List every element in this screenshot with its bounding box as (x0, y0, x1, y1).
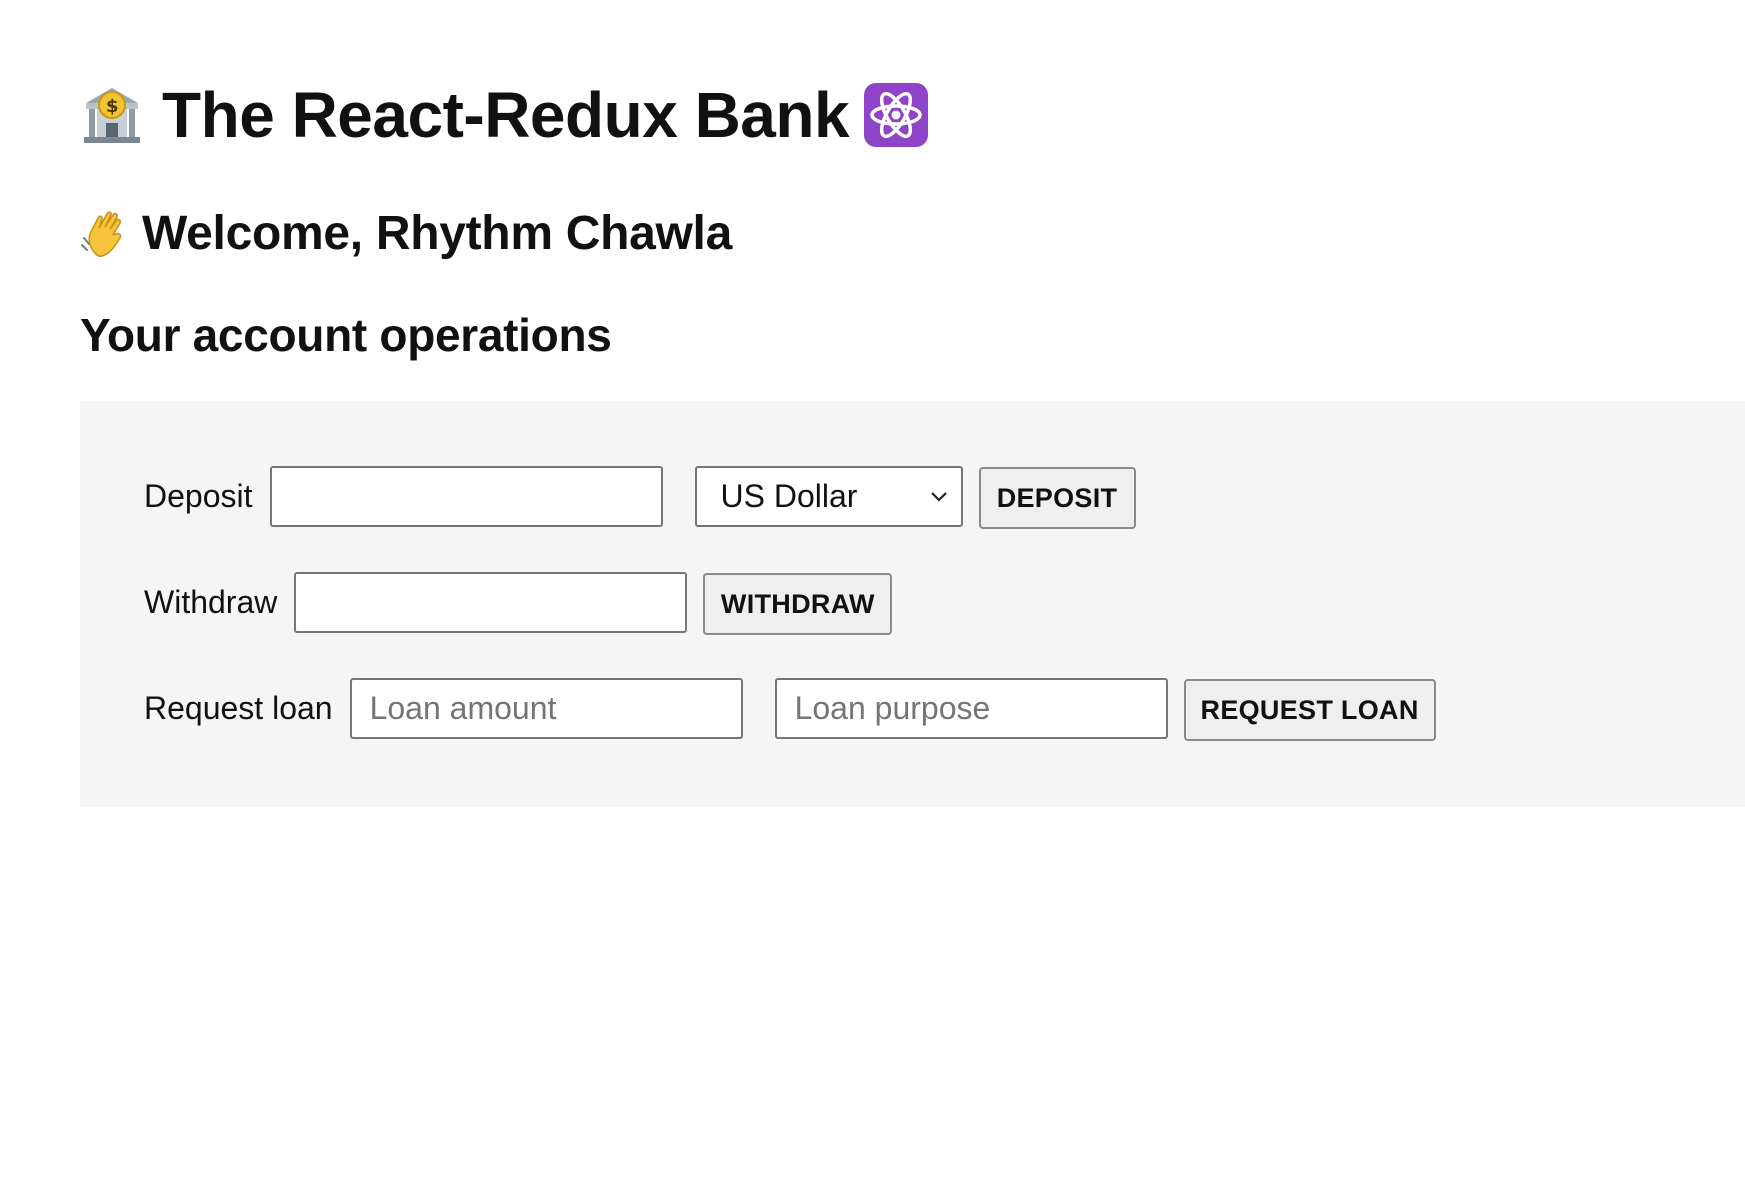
currency-select-value: US Dollar (720, 477, 858, 514)
svg-text:$: $ (106, 96, 118, 117)
loan-purpose-input[interactable] (774, 677, 1168, 739)
deposit-row: Deposit US Dollar DEPOSIT (144, 464, 1136, 529)
loan-label: Request loan (144, 689, 333, 726)
currency-select[interactable]: US Dollar (694, 465, 963, 527)
withdraw-label: Withdraw (144, 583, 278, 620)
deposit-label: Deposit (144, 477, 253, 514)
welcome-heading: Welcome, Rhythm Chawla (80, 200, 732, 268)
deposit-button[interactable]: DEPOSIT (978, 467, 1136, 529)
page: $ The React-Redux Bank Welcome, Rhythm C… (0, 0, 1745, 1185)
bank-icon: $ (84, 88, 140, 143)
loan-row: Request loan REQUEST LOAN (144, 676, 1436, 741)
waving-hand-icon (81, 211, 122, 257)
withdraw-button[interactable]: WITHDRAW (703, 573, 893, 635)
app-title-text: The React-Redux Bank (162, 79, 850, 151)
atom-icon (864, 83, 929, 147)
app-title: $ The React-Redux Bank (80, 70, 929, 160)
request-loan-button[interactable]: REQUEST LOAN (1183, 679, 1436, 741)
operations-panel: Deposit US Dollar DEPOSIT Withdraw WITHD… (80, 401, 1745, 807)
withdraw-row: Withdraw WITHDRAW (144, 570, 893, 635)
welcome-text: Welcome, Rhythm Chawla (142, 207, 732, 260)
loan-amount-input[interactable] (349, 677, 743, 739)
withdraw-amount-input[interactable] (294, 571, 688, 633)
deposit-amount-input[interactable] (269, 465, 663, 527)
chevron-down-icon (930, 491, 947, 502)
operations-title: Your account operations (80, 309, 612, 361)
